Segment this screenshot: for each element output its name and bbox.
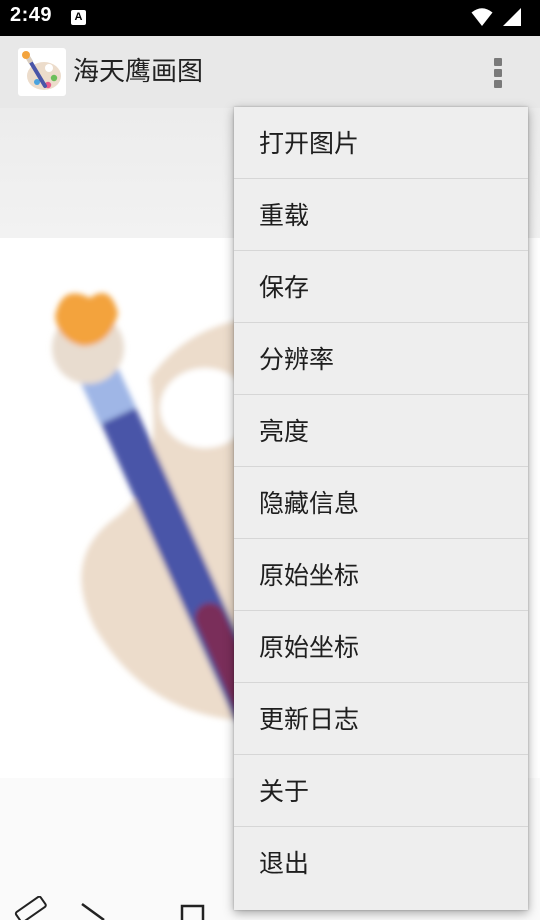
signal-icon [503, 8, 521, 26]
wifi-icon [471, 8, 493, 26]
menu-item-original-coords-2[interactable]: 原始坐标 [234, 611, 528, 683]
accessibility-notification-icon: A [71, 10, 86, 25]
menu-item-brightness[interactable]: 亮度 [234, 395, 528, 467]
more-vert-icon[interactable] [478, 50, 518, 94]
status-time: 2:49 [10, 4, 53, 26]
menu-item-original-coords[interactable]: 原始坐标 [234, 539, 528, 611]
overflow-menu: 打开图片 重载 保存 分辨率 亮度 隐藏信息 原始坐标 原始坐标 更新日志 关于… [234, 107, 528, 910]
screen: 2:49 A 海天鹰画图 打开图片 重载 保存 分辨率 亮度 隐藏信息 原始坐标… [0, 0, 540, 920]
pencil-icon[interactable] [12, 896, 48, 920]
menu-item-open-image[interactable]: 打开图片 [234, 107, 528, 179]
line-icon[interactable] [80, 902, 110, 920]
menu-item-reload[interactable]: 重载 [234, 179, 528, 251]
menu-item-about[interactable]: 关于 [234, 755, 528, 827]
menu-item-resolution[interactable]: 分辨率 [234, 323, 528, 395]
app-title: 海天鹰画图 [73, 57, 204, 87]
rectangle-icon[interactable] [180, 904, 206, 920]
status-icons [471, 7, 522, 29]
status-bar: 2:49 A [0, 0, 540, 36]
menu-item-changelog[interactable]: 更新日志 [234, 683, 528, 755]
palette-brush-icon [18, 48, 66, 96]
app-bar: 海天鹰画图 [0, 36, 540, 108]
menu-item-save[interactable]: 保存 [234, 251, 528, 323]
menu-item-hide-info[interactable]: 隐藏信息 [234, 467, 528, 539]
menu-item-exit[interactable]: 退出 [234, 827, 528, 900]
